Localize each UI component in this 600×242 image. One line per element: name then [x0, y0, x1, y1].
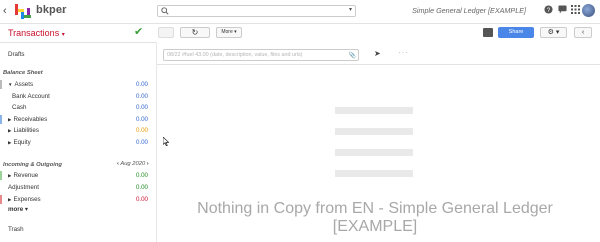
group-color-bar	[0, 115, 2, 124]
main-divider	[157, 64, 600, 65]
account-balance: 0.00	[135, 104, 148, 111]
sidebar-item-label: Drafts	[8, 51, 25, 58]
account-label: Liabilities	[13, 127, 39, 134]
refresh-icon: ↻	[191, 28, 199, 37]
svg-text:?: ?	[546, 7, 550, 14]
transaction-input-placeholder: 08/22 #fuel 43.00 (date, description, va…	[167, 52, 303, 58]
refresh-button[interactable]: ↻	[180, 27, 210, 38]
account-label: Bank Account	[12, 93, 50, 100]
account-adjustment[interactable]: Adjustment 0.00	[0, 182, 150, 193]
period-label: Aug 2020	[120, 161, 146, 167]
account-balance: 0.00	[135, 139, 148, 146]
sidebar-item-drafts[interactable]: Drafts	[0, 49, 150, 60]
book-title: Simple General Ledger [EXAMPLE]	[412, 6, 526, 15]
account-label: Equity	[13, 139, 31, 146]
search-icon	[161, 7, 169, 15]
more-button[interactable]: More ▾	[216, 27, 242, 38]
check-icon[interactable]: ✔	[134, 27, 145, 38]
more-options-icon[interactable]: ···	[398, 48, 409, 57]
chat-bubble-icon[interactable]	[557, 5, 567, 15]
bkper-logo-mark	[15, 4, 31, 19]
caret-right-icon[interactable]: ▶	[8, 128, 11, 133]
mouse-cursor-icon	[163, 137, 169, 146]
transaction-input[interactable]: 08/22 #fuel 43.00 (date, description, va…	[163, 49, 359, 61]
chevron-left-icon[interactable]: ‹	[117, 161, 119, 167]
account-bank-account[interactable]: Bank Account 0.00	[0, 91, 150, 102]
top-header: ‹ bkper inc. ▾ Simple General Ledger [EX…	[0, 0, 600, 24]
account-label: Revenue	[13, 172, 39, 179]
caret-right-icon[interactable]: ▶	[8, 140, 11, 145]
empty-state-message: Nothing in Copy from EN - Simple General…	[197, 200, 553, 235]
sidebar-more-link[interactable]: more ▾	[0, 204, 150, 215]
account-label: Receivables	[13, 116, 48, 123]
send-icon[interactable]: ➤	[374, 49, 381, 58]
sidebar-more-label: more ▾	[8, 206, 28, 213]
account-group-receivables[interactable]: ▶ Receivables 0.00	[0, 114, 150, 125]
loading-placeholder	[335, 149, 413, 156]
loading-placeholder	[335, 128, 413, 135]
caret-right-icon[interactable]: ▶	[8, 173, 11, 178]
loading-placeholder	[335, 107, 413, 114]
sidebar-vertical-divider	[156, 42, 157, 242]
chevron-down-icon: ▾	[61, 32, 65, 38]
account-group-assets[interactable]: ▼ Assets 0.00	[0, 79, 150, 90]
group-color-bar	[0, 80, 2, 89]
checkbox-button[interactable]	[158, 27, 174, 38]
transactions-menu[interactable]: Transactions ▾	[8, 28, 65, 38]
account-group-liabilities[interactable]: ▶ Liabilities 0.00	[0, 125, 150, 136]
apps-grid-icon[interactable]	[570, 5, 580, 15]
chevron-right-icon[interactable]: ›	[147, 161, 149, 167]
caret-right-icon[interactable]: ▶	[8, 197, 11, 202]
account-label: Expenses	[13, 196, 41, 203]
paperclip-icon[interactable]: 📎	[349, 51, 356, 61]
account-label: Adjustment	[8, 184, 39, 191]
transactions-title: Transactions	[8, 28, 60, 38]
search-input[interactable]: ▾	[157, 5, 356, 17]
settings-gear-button[interactable]: ⚙ ▾	[540, 27, 567, 38]
account-balance: 0.00	[135, 184, 148, 191]
help-icon[interactable]: ?	[543, 5, 553, 15]
account-group-equity[interactable]: ▶ Equity 0.00	[0, 137, 150, 148]
account-group-revenue[interactable]: ▶ Revenue 0.00	[0, 170, 150, 181]
account-label: Assets	[14, 81, 34, 88]
sidebar-item-label: Trash	[8, 226, 24, 233]
balance-sheet-header: Balance Sheet	[3, 70, 43, 76]
account-balance: 0.00	[135, 116, 148, 123]
user-avatar[interactable]	[582, 4, 595, 17]
group-color-bar	[0, 195, 2, 204]
comments-icon[interactable]	[483, 28, 493, 37]
sidebar-item-trash[interactable]: Trash	[0, 224, 150, 235]
loading-placeholder	[335, 170, 413, 177]
arrow-left-icon[interactable]: ‹	[3, 5, 11, 17]
incoming-outgoing-header: Incoming & Outgoing	[3, 162, 62, 168]
caret-right-icon[interactable]: ▶	[8, 117, 11, 122]
account-balance: 0.00	[135, 127, 148, 134]
sidebar-divider	[0, 42, 156, 43]
share-button[interactable]: Share	[498, 27, 534, 38]
period-navigator: ‹ Aug 2020 ›	[117, 161, 149, 167]
account-balance: 0.00	[135, 172, 148, 179]
caret-down-icon[interactable]: ▼	[8, 82, 12, 87]
collapse-panel-button[interactable]: ‹	[574, 27, 592, 38]
account-balance: 0.00	[135, 93, 148, 100]
group-color-bar	[0, 171, 2, 180]
logo-suffix: inc.	[60, 9, 67, 14]
search-options-caret-icon[interactable]: ▾	[349, 6, 352, 13]
account-label: Cash	[12, 104, 27, 111]
account-cash[interactable]: Cash 0.00	[0, 102, 150, 113]
account-balance: 0.00	[135, 81, 148, 88]
